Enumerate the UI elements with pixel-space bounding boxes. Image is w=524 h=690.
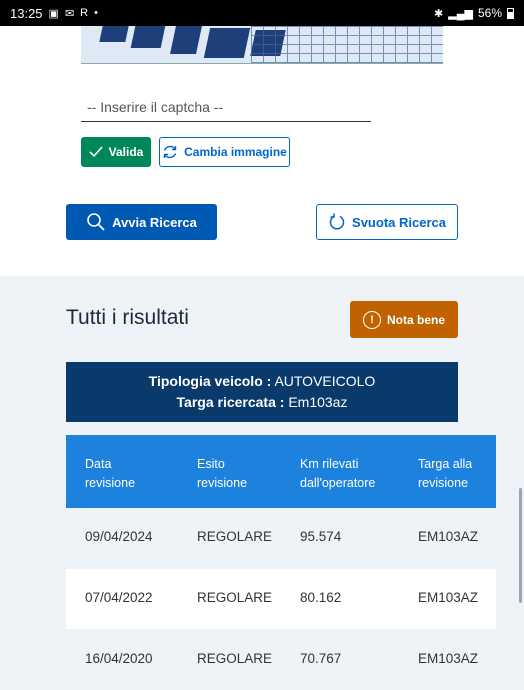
refresh-icon <box>163 145 177 159</box>
svuota-label: Svuota Ricerca <box>352 214 446 230</box>
captcha-placeholder: -- Inserire il captcha -- <box>87 98 224 115</box>
table-row: 07/04/2022 REGOLARE 80.162 EM103AZ <box>66 569 496 629</box>
vehicle-type-label: Tipologia veicolo : <box>148 373 272 389</box>
cell-esito: REGOLARE <box>197 590 273 605</box>
captcha-image <box>81 26 443 64</box>
cell-targa: EM103AZ <box>418 590 479 605</box>
cell-data: 16/04/2020 <box>85 651 153 666</box>
status-bar: 13:25 ▣ ✉ R • ✱ ▂▄▆ 56% <box>0 0 524 26</box>
vehicle-info-box: Tipologia veicolo : AUTOVEICOLO Targa ri… <box>66 362 458 422</box>
notification-dot: • <box>94 7 98 19</box>
check-icon <box>89 146 103 158</box>
battery-icon <box>507 7 514 19</box>
cell-km: 80.162 <box>300 590 342 605</box>
cell-esito: REGOLARE <box>197 651 273 666</box>
bluetooth-icon: ✱ <box>434 7 444 20</box>
mail-icon: ✉ <box>64 7 75 20</box>
nota-label: Nota bene <box>386 312 445 327</box>
column-header-targa: Targa alla revisione <box>418 457 473 490</box>
cell-data: 07/04/2022 <box>85 590 153 605</box>
clock: 13:25 <box>10 5 43 21</box>
results-table-header: Data revisione Esito revisione Km rileva… <box>66 435 496 508</box>
r-icon: R <box>80 7 89 19</box>
valida-button[interactable]: Valida <box>81 137 151 167</box>
battery-percent: 56% <box>477 6 502 20</box>
column-header-esito: Esito revisione <box>197 457 248 490</box>
cell-targa: EM103AZ <box>418 529 479 544</box>
reset-icon <box>329 213 345 230</box>
cell-km: 95.574 <box>300 529 342 544</box>
signal-icon: ▂▄▆ <box>448 7 473 20</box>
info-icon: ! <box>362 310 381 329</box>
results-title: Tutti i risultati <box>66 306 189 329</box>
cambia-immagine-button[interactable]: Cambia immagine <box>159 137 290 167</box>
plate-label: Targa ricercata : <box>176 394 285 410</box>
cell-targa: EM103AZ <box>418 651 479 666</box>
table-row: 16/04/2020 REGOLARE 70.767 EM103AZ <box>66 630 496 690</box>
valida-label: Valida <box>108 145 144 159</box>
column-header-km: Km rilevati dall'operatore <box>300 457 376 490</box>
plate-value: Em103az <box>288 394 348 410</box>
svuota-ricerca-button[interactable]: Svuota Ricerca <box>316 204 458 240</box>
nota-bene-button[interactable]: ! Nota bene <box>350 301 458 338</box>
captcha-input[interactable]: -- Inserire il captcha -- <box>81 92 371 122</box>
cell-data: 09/04/2024 <box>85 529 153 544</box>
cell-km: 70.767 <box>300 651 342 666</box>
avvia-label: Avvia Ricerca <box>112 214 197 230</box>
table-row: 09/04/2024 REGOLARE 95.574 EM103AZ <box>66 508 496 568</box>
avvia-ricerca-button[interactable]: Avvia Ricerca <box>66 204 217 240</box>
gallery-icon: ▣ <box>48 7 59 20</box>
cell-esito: REGOLARE <box>197 529 273 544</box>
column-header-data: Data revisione <box>85 457 136 490</box>
search-icon <box>87 213 105 231</box>
scrollbar[interactable] <box>519 488 522 603</box>
cambia-label: Cambia immagine <box>184 145 287 159</box>
vehicle-type-value: AUTOVEICOLO <box>274 373 376 389</box>
